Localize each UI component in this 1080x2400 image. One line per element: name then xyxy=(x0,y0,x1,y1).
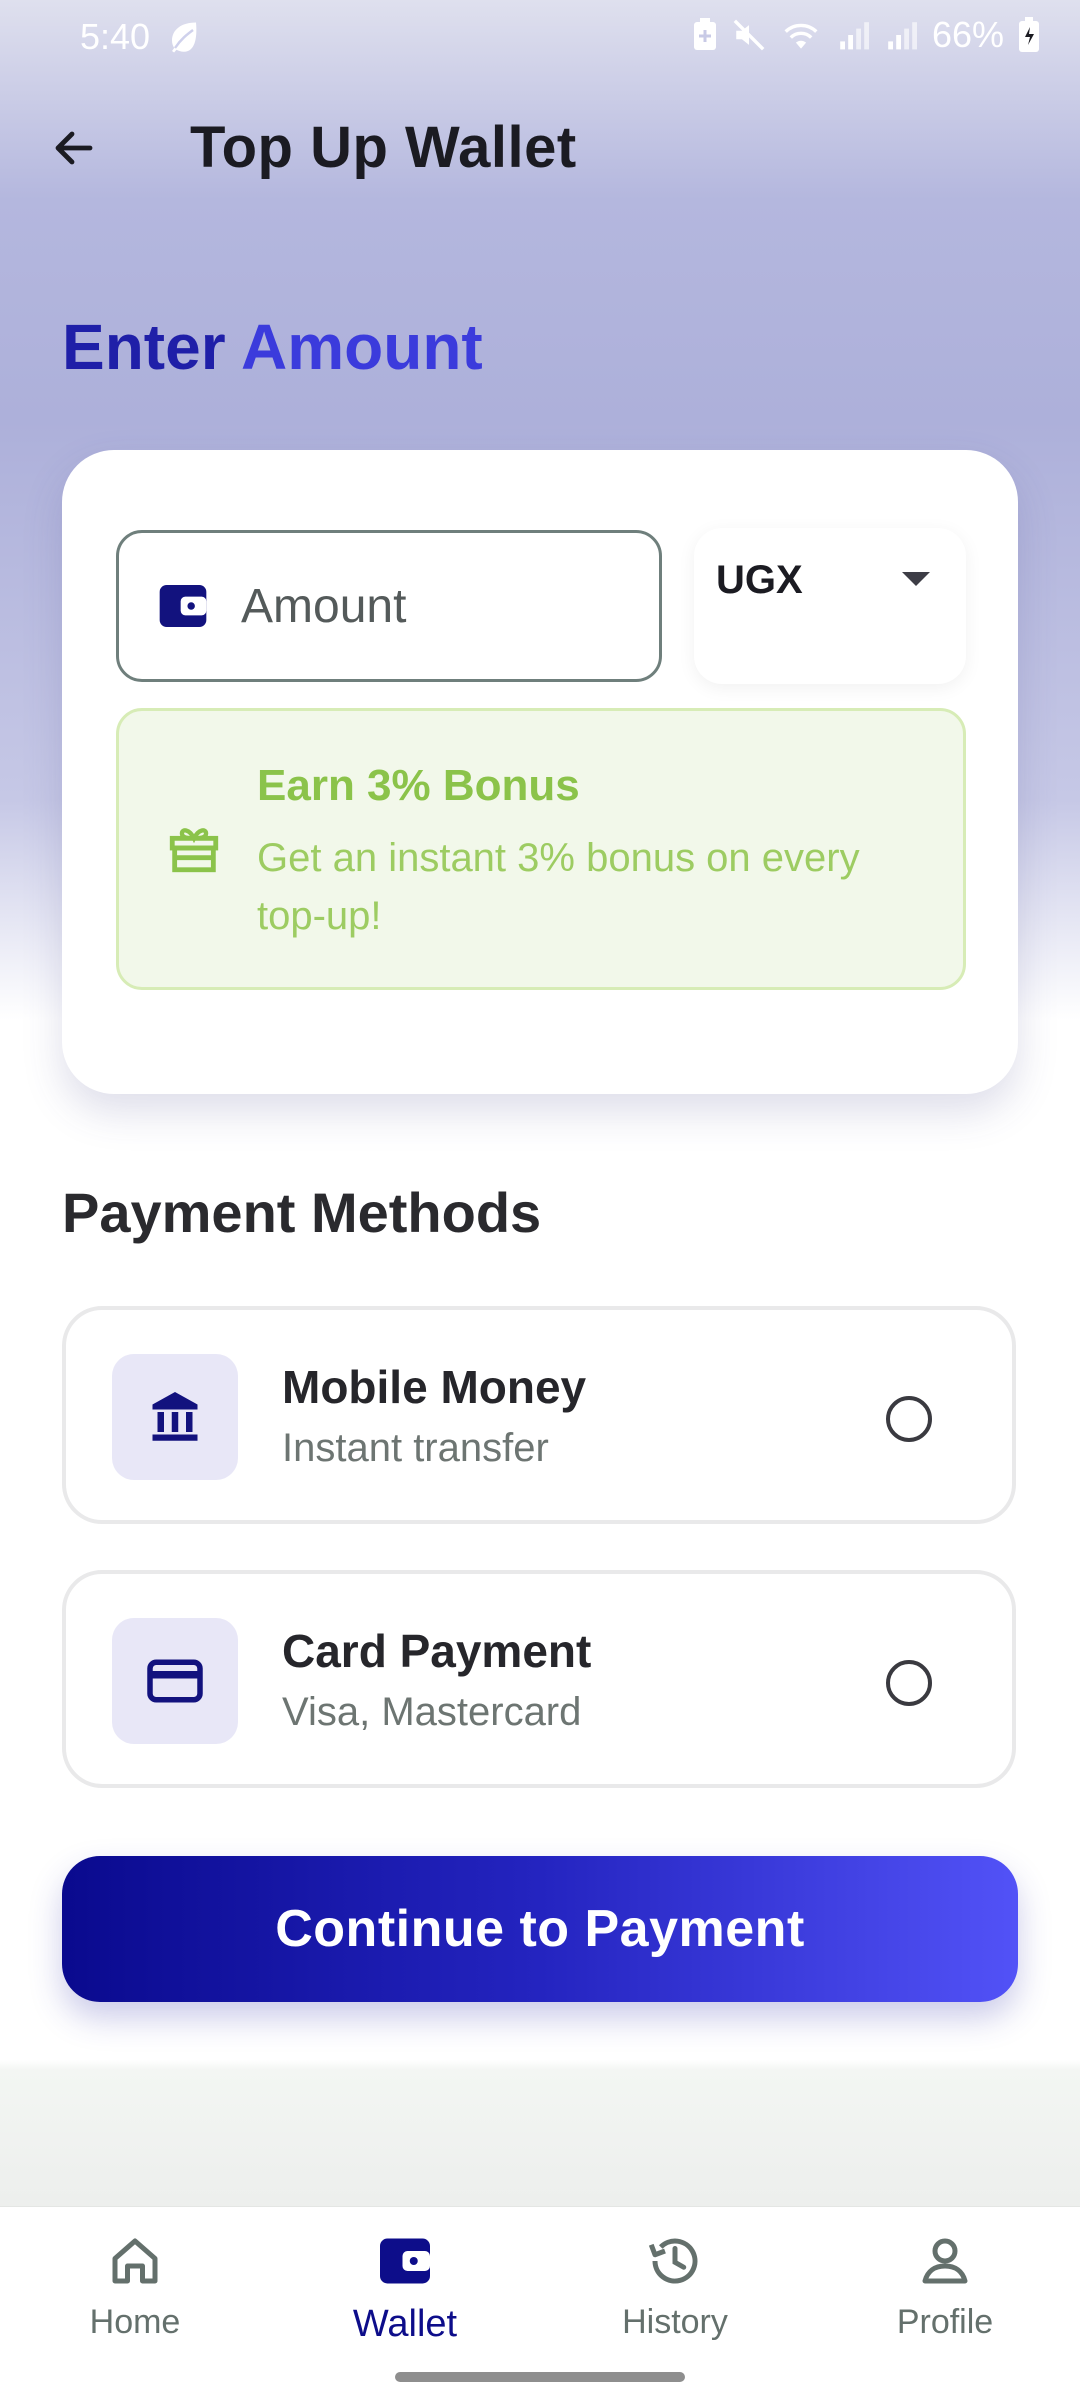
home-indicator[interactable] xyxy=(395,2372,685,2382)
heading-word-amount: Amount xyxy=(241,311,483,383)
status-bar: 5:40 66% xyxy=(0,0,1080,76)
status-icons: 66% xyxy=(692,14,1040,56)
nav-label: Profile xyxy=(896,2303,994,2341)
radio-button[interactable] xyxy=(886,1660,932,1706)
nav-item-history[interactable]: History xyxy=(575,2231,775,2371)
heading-word-enter: Enter xyxy=(62,311,226,383)
bank-icon xyxy=(152,1392,198,1441)
nav-label: Home xyxy=(89,2303,181,2341)
nav-item-profile[interactable]: Profile xyxy=(845,2231,1045,2371)
nav-label: Wallet xyxy=(352,2303,458,2345)
amount-input[interactable]: Amount xyxy=(116,530,662,682)
page-title: Top Up Wallet xyxy=(190,115,577,180)
method-subtitle: Instant transfer xyxy=(282,1426,549,1470)
bonus-description: Get an instant 3% bonus on every top-up! xyxy=(257,836,860,938)
chevron-down-icon xyxy=(902,572,930,586)
battery-charging-icon xyxy=(1019,17,1039,52)
arrow-left-icon xyxy=(55,131,93,165)
nav-item-wallet[interactable]: Wallet xyxy=(305,2231,505,2371)
amount-placeholder: Amount xyxy=(241,579,407,633)
payment-method-mobile-money[interactable]: Mobile Money Instant transfer xyxy=(62,1306,1016,1524)
method-icon-tile xyxy=(112,1354,238,1480)
status-time: 5:40 xyxy=(80,16,151,57)
method-title: Card Payment xyxy=(282,1625,592,1677)
credit-card-icon xyxy=(147,1659,203,1703)
method-title: Mobile Money xyxy=(282,1361,587,1413)
nav-label: History xyxy=(622,2303,728,2341)
nav-item-home[interactable]: Home xyxy=(35,2231,235,2371)
leaf-icon xyxy=(172,22,197,53)
profile-icon xyxy=(922,2238,968,2284)
amount-card: Amount UGX Earn 3% Bonus Get an instant … xyxy=(62,450,1018,1094)
wallet-icon xyxy=(159,585,207,627)
bottom-navigation: Home Wallet History Profile xyxy=(0,2206,1080,2400)
payment-methods-heading: Payment Methods xyxy=(62,1181,542,1244)
currency-value: UGX xyxy=(716,558,803,602)
bonus-banner: Earn 3% Bonus Get an instant 3% bonus on… xyxy=(116,708,966,990)
enter-amount-heading: Enter Amount xyxy=(62,310,483,384)
continue-to-payment-button[interactable]: Continue to Payment xyxy=(62,1856,1018,2002)
mute-icon xyxy=(733,19,765,51)
battery-percent: 66% xyxy=(931,14,1004,55)
history-icon xyxy=(648,2238,698,2284)
gift-icon xyxy=(169,828,219,873)
back-button[interactable] xyxy=(42,116,106,180)
signal-icon-2 xyxy=(888,22,917,50)
battery-saver-icon xyxy=(693,18,716,50)
radio-button[interactable] xyxy=(886,1396,932,1442)
method-subtitle: Visa, Mastercard xyxy=(282,1690,582,1734)
currency-dropdown[interactable]: UGX xyxy=(694,528,966,684)
home-icon xyxy=(112,2238,158,2284)
payment-method-card[interactable]: Card Payment Visa, Mastercard xyxy=(62,1570,1016,1788)
method-icon-tile xyxy=(112,1618,238,1744)
bonus-title: Earn 3% Bonus xyxy=(257,761,580,810)
signal-icon xyxy=(840,22,869,50)
wifi-icon xyxy=(784,23,818,49)
wallet-icon xyxy=(380,2238,430,2284)
